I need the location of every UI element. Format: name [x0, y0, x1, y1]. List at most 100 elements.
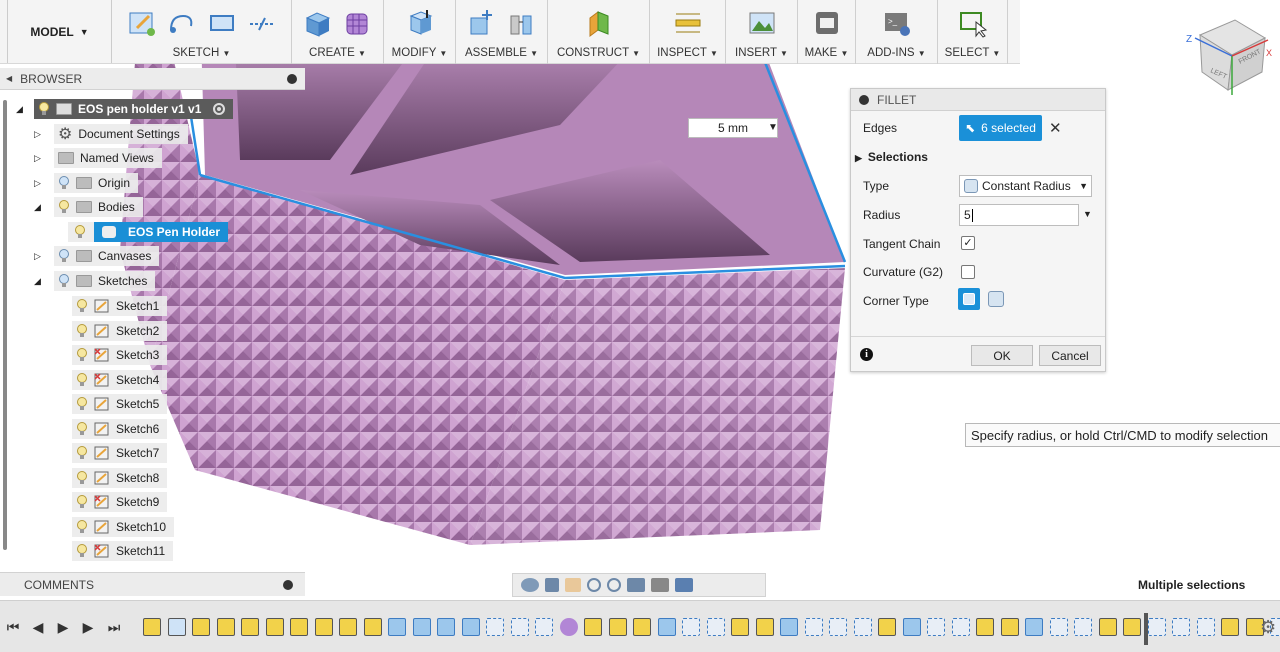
timeline-sketch-icon[interactable] [633, 618, 651, 636]
timeline-pattern-icon[interactable] [829, 618, 847, 636]
collapse-dialog-icon[interactable] [859, 94, 869, 105]
sketch-item[interactable]: Sketch3 [72, 345, 168, 365]
modify-group[interactable]: MODIFY ▼ [384, 0, 456, 64]
go-to-end-icon[interactable]: ⏭ [106, 619, 122, 635]
visibility-bulb-icon[interactable] [58, 200, 70, 214]
toolbar-grip[interactable] [0, 0, 8, 63]
timeline-sketch-icon[interactable] [608, 618, 627, 636]
visibility-bulb-icon[interactable] [76, 470, 88, 485]
visibility-bulb-icon[interactable] [58, 249, 70, 263]
zoom-icon[interactable] [587, 578, 601, 592]
sketch-item[interactable]: Sketch2 [72, 320, 168, 341]
info-icon[interactable]: i [860, 348, 873, 361]
tree-item-document-settings[interactable]: ▷ ⚙ Document Settings [34, 124, 188, 144]
sketch-item[interactable]: Sketch4 [72, 369, 168, 390]
visibility-bulb-icon[interactable] [76, 323, 88, 338]
sketch-item[interactable]: Sketch9 [72, 492, 168, 512]
timeline-extrude-icon[interactable] [780, 618, 798, 636]
step-forward-icon[interactable]: ▶ [80, 619, 96, 635]
go-to-start-icon[interactable]: ⏮ [5, 619, 21, 635]
play-icon[interactable]: ▶ [55, 619, 71, 635]
timeline-extrude-icon[interactable] [412, 618, 431, 636]
timeline-sketch-icon[interactable] [216, 618, 235, 636]
timeline-sketch-icon[interactable] [755, 618, 774, 636]
create-sketch-icon[interactable] [127, 8, 157, 38]
selected-body-chip[interactable]: EOS Pen Holder [94, 222, 229, 242]
tree-item-bodies[interactable]: ◢ Bodies [34, 197, 143, 217]
timeline-sketch-icon[interactable] [878, 618, 896, 636]
collapse-triangle-icon[interactable]: ◢ [34, 202, 54, 213]
visibility-bulb-icon[interactable] [38, 102, 50, 116]
pin-icon[interactable] [287, 73, 297, 84]
look-at-icon[interactable] [545, 578, 559, 592]
zoom-window-icon[interactable] [607, 578, 621, 592]
sketch-item[interactable]: Sketch5 [72, 394, 168, 414]
timeline-pattern-icon[interactable] [1049, 618, 1068, 636]
pan-icon[interactable] [565, 578, 581, 592]
expand-triangle-icon[interactable]: ▷ [34, 153, 54, 164]
timeline-extrude-icon[interactable] [1025, 618, 1043, 636]
browser-scrollbar[interactable] [3, 100, 7, 550]
form-icon[interactable] [343, 8, 373, 38]
collapse-triangle-icon[interactable]: ◀ [6, 74, 12, 83]
selections-section-toggle[interactable]: ▶ Selections [855, 150, 928, 164]
timeline-sketch-icon[interactable] [192, 618, 210, 636]
timeline-sketch-icon[interactable] [1123, 618, 1141, 636]
expand-triangle-icon[interactable]: ▷ [34, 129, 54, 140]
timeline-pattern-icon[interactable] [853, 618, 872, 636]
curvature-checkbox[interactable] [961, 265, 975, 279]
timeline-sketch-icon[interactable] [731, 618, 749, 636]
timeline-pattern-icon[interactable] [706, 618, 725, 636]
visibility-bulb-icon[interactable] [76, 544, 88, 558]
tree-root[interactable]: ◢ EOS pen holder v1 v1 [16, 99, 234, 119]
visibility-bulb-icon[interactable] [74, 225, 86, 239]
sketch-item[interactable]: Sketch1 [72, 296, 168, 316]
visibility-bulb-icon[interactable] [76, 495, 88, 509]
press-pull-icon[interactable] [405, 8, 435, 38]
sketch-item[interactable]: Sketch7 [72, 443, 168, 463]
extrude-icon[interactable] [303, 8, 333, 38]
tree-item-canvases[interactable]: ▷ Canvases [34, 246, 160, 266]
type-dropdown[interactable]: Constant Radius ▼ [959, 175, 1092, 197]
corner-type-setback-button[interactable] [988, 291, 1004, 307]
scripts-icon[interactable]: >_ [882, 8, 912, 38]
construct-group[interactable]: CONSTRUCT ▼ [548, 0, 650, 64]
timeline-sketch-icon[interactable] [265, 618, 284, 636]
timeline-sketch-icon[interactable] [1221, 618, 1239, 636]
step-back-icon[interactable]: ◀ [30, 619, 46, 635]
timeline-pattern-icon[interactable] [682, 618, 700, 636]
timeline-marker[interactable] [1144, 613, 1148, 645]
visibility-bulb-icon[interactable] [76, 299, 88, 313]
visibility-bulb-icon[interactable] [58, 176, 70, 190]
timeline-pattern-icon[interactable] [804, 618, 823, 636]
tree-item-origin[interactable]: ▷ Origin [34, 173, 139, 193]
sketch-item[interactable]: Sketch10 [72, 516, 175, 537]
fillet-dialog-header[interactable]: FILLET [851, 89, 1105, 111]
timeline-extrude-icon[interactable] [657, 618, 676, 636]
timeline-pattern-icon[interactable] [1074, 618, 1092, 636]
insert-image-icon[interactable] [747, 8, 777, 38]
workspace-switcher[interactable]: MODEL ▼ [8, 0, 112, 63]
timeline-pattern-icon[interactable] [486, 618, 504, 636]
add-comment-icon[interactable] [283, 579, 293, 590]
viewcube[interactable]: Z FRONT LEFT X [1186, 19, 1272, 95]
visibility-bulb-icon[interactable] [58, 274, 70, 288]
timeline-sketch-icon[interactable] [584, 618, 602, 636]
timeline-sketch-icon[interactable] [1098, 618, 1117, 636]
visibility-bulb-icon[interactable] [76, 519, 88, 534]
timeline-pattern-icon[interactable] [535, 618, 553, 636]
select-icon[interactable] [958, 8, 988, 38]
viewports-icon[interactable] [675, 578, 693, 592]
corner-type-rolling-ball-button[interactable] [958, 288, 980, 310]
add-ins-group[interactable]: >_ ADD-INS ▼ [856, 0, 938, 64]
timeline-canvas-icon[interactable] [167, 618, 186, 636]
timeline-sketch-icon[interactable] [363, 618, 382, 636]
edges-selection-button[interactable]: ⬉ 6 selected [959, 115, 1042, 141]
sketch-item[interactable]: Sketch11 [72, 541, 174, 561]
tangent-chain-checkbox[interactable]: ✓ [961, 236, 975, 250]
insert-group[interactable]: INSERT ▼ [726, 0, 798, 64]
make-group[interactable]: MAKE ▼ [798, 0, 856, 64]
visibility-bulb-icon[interactable] [76, 446, 88, 460]
timeline-extrude-icon[interactable] [902, 618, 921, 636]
visibility-bulb-icon[interactable] [76, 372, 88, 387]
